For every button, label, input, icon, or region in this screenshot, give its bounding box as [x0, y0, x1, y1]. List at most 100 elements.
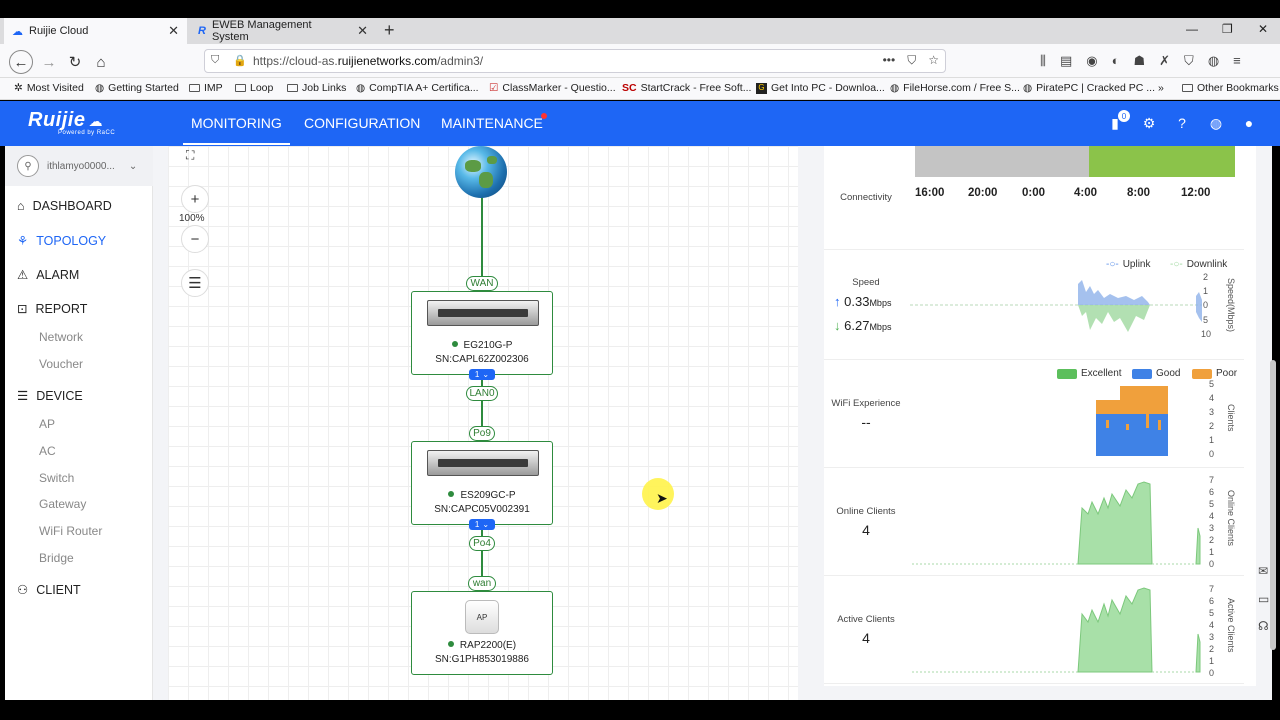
- layout-list-button[interactable]: ☰: [181, 269, 209, 297]
- back-icon[interactable]: ←: [9, 50, 33, 74]
- browser-tab-ruijie-cloud[interactable]: ☁ Ruijie Cloud ✕: [4, 18, 187, 44]
- bookmark-item[interactable]: SC StartCrack - Free Soft...: [622, 82, 751, 94]
- page-actions-icon[interactable]: •••: [883, 53, 896, 68]
- reload-icon[interactable]: ↻: [64, 51, 86, 73]
- port-label-po9: Po9: [469, 426, 495, 441]
- sidebar-sub-gateway[interactable]: Gateway: [39, 497, 86, 511]
- bookmark-item[interactable]: ☑ ClassMarker - Questio...: [489, 82, 616, 94]
- legend-excellent[interactable]: Excellent: [1057, 368, 1122, 379]
- star-icon[interactable]: ☆: [928, 53, 939, 68]
- bookmark-item[interactable]: ✲ Most Visited: [14, 82, 84, 94]
- bookmark-folder[interactable]: Other Bookmarks: [1182, 82, 1279, 94]
- online-clients-label: Online Clients: [836, 506, 896, 517]
- sidebar-sub-network[interactable]: Network: [39, 330, 83, 344]
- menu-icon[interactable]: ≡: [1233, 53, 1241, 69]
- chat-icon[interactable]: ▭: [1258, 592, 1269, 606]
- close-icon[interactable]: ✕: [168, 23, 179, 39]
- close-icon[interactable]: ✕: [357, 23, 368, 39]
- account-icon[interactable]: ◉: [1086, 53, 1097, 69]
- report-icon: ⊡: [17, 302, 28, 316]
- legend-poor[interactable]: Poor: [1192, 368, 1237, 379]
- bookmark-folder[interactable]: Job Links: [287, 82, 346, 94]
- sidebar-item-alarm[interactable]: ⚠ ALARM: [17, 267, 79, 283]
- time-tick: 0:00: [1022, 187, 1046, 199]
- zoom-in-button[interactable]: +: [181, 185, 209, 213]
- device-node-switch[interactable]: ES209GC-P SN:CAPC05V002391: [411, 441, 553, 525]
- device-serial: SN:CAPL62Z002306: [435, 354, 529, 365]
- globe-ext-icon[interactable]: ◍: [1208, 53, 1219, 69]
- legend-good[interactable]: Good: [1132, 368, 1180, 379]
- extension-icon[interactable]: ◐: [1112, 53, 1120, 69]
- time-tick: 8:00: [1127, 187, 1151, 199]
- help-icon[interactable]: ?: [1173, 114, 1191, 132]
- new-tab-icon[interactable]: +: [384, 20, 395, 41]
- home-icon[interactable]: ⌂: [90, 51, 112, 73]
- bookmark-item[interactable]: ◍ Getting Started: [95, 82, 179, 94]
- bookmark-item[interactable]: G Get Into PC - Downloa...: [756, 82, 885, 94]
- bookmark-item[interactable]: ◍ CompTIA A+ Certifica...: [356, 82, 479, 94]
- bookmark-item[interactable]: ◍ FileHorse.com / Free S...: [890, 82, 1020, 94]
- sidebar-sub-voucher[interactable]: Voucher: [39, 357, 83, 371]
- language-globe-icon[interactable]: ◍: [1207, 114, 1225, 132]
- sidebar-item-topology[interactable]: ⚘ TOPOLOGY: [17, 233, 106, 249]
- x-icon[interactable]: ✗: [1159, 53, 1170, 69]
- sidebar-sub-switch[interactable]: Switch: [39, 471, 74, 485]
- bookmark-folder[interactable]: Loop: [235, 82, 273, 94]
- active-tick: 5: [1208, 608, 1214, 618]
- ruijie-logo[interactable]: Ruijie ☁ Powered by RaCC: [28, 109, 115, 136]
- robot-icon[interactable]: ☗: [1133, 53, 1145, 69]
- gear-icon[interactable]: ⚙: [1140, 114, 1158, 132]
- device-node-gateway[interactable]: EG210G-P SN:CAPL62Z002306: [411, 291, 553, 375]
- clients-tick: 3: [1208, 407, 1214, 417]
- internet-globe-icon[interactable]: [455, 146, 507, 198]
- browser-tab-eweb[interactable]: R EWEB Management System ✕: [190, 18, 376, 44]
- nav-configuration[interactable]: CONFIGURATION: [304, 115, 420, 131]
- speed-axis-label: Speed(Mbps): [1226, 278, 1236, 333]
- sidebar-item-report[interactable]: ⊡ REPORT: [17, 301, 87, 317]
- sidebar-sub-ac[interactable]: AC: [39, 444, 56, 458]
- nav-maintenance[interactable]: MAINTENANCE: [441, 115, 543, 131]
- sidebar-sub-bridge[interactable]: Bridge: [39, 551, 74, 565]
- sidebar-item-device[interactable]: ☰ DEVICE: [17, 388, 83, 404]
- downlink-speed: ↓ 6.27Mbps: [834, 318, 892, 333]
- fullscreen-icon[interactable]: ⛶: [186, 148, 194, 163]
- port-count-dropdown[interactable]: 1 ⌄: [469, 369, 495, 380]
- clients-tick: 2: [1208, 421, 1214, 431]
- port-count-dropdown[interactable]: 1 ⌄: [469, 519, 495, 530]
- sidebar-item-client[interactable]: ⚇ CLIENT: [17, 582, 81, 598]
- nav-monitoring[interactable]: MONITORING: [183, 115, 290, 145]
- legend-uplink[interactable]: -○- Uplink: [1106, 259, 1151, 270]
- bookmark-folder[interactable]: IMP: [189, 82, 223, 94]
- sidebar-sub-wifi-router[interactable]: WiFi Router: [39, 524, 102, 538]
- online-clients-area: [1077, 481, 1153, 565]
- sidebar-sub-ap[interactable]: AP: [39, 417, 55, 431]
- bookmark-item[interactable]: ◍ PiratePC | Cracked PC ...: [1023, 82, 1155, 94]
- shield-ext-icon[interactable]: ⛉: [1184, 53, 1194, 69]
- more-bookmarks-icon[interactable]: »: [1158, 82, 1164, 94]
- speed-chart: [910, 280, 1202, 332]
- user-icon[interactable]: ●: [1240, 114, 1258, 132]
- zoom-out-button[interactable]: −: [181, 225, 209, 253]
- window-close-icon[interactable]: ✕: [1258, 22, 1268, 36]
- speed-tick: 10: [1200, 329, 1211, 339]
- headset-icon[interactable]: ☊: [1258, 619, 1269, 633]
- online-tick: 6: [1208, 487, 1214, 497]
- forward-icon[interactable]: →: [38, 51, 60, 73]
- mail-icon[interactable]: ✉: [1258, 564, 1268, 578]
- port-label-po4: Po4: [469, 536, 495, 551]
- device-node-ap[interactable]: AP RAP2200(E) SN:G1PH853019886: [411, 591, 553, 675]
- library-icon[interactable]: ⫼: [1040, 53, 1046, 69]
- pocket-icon[interactable]: ⛉: [907, 53, 916, 68]
- page-scrollbar[interactable]: [1270, 360, 1276, 650]
- access-point-icon: AP: [465, 600, 499, 634]
- port-label-wan: WAN: [466, 276, 498, 291]
- sidebar-toggle-icon[interactable]: ▤: [1060, 53, 1072, 69]
- zoom-level: 100%: [179, 213, 205, 224]
- user-selector[interactable]: ⚲ ithlamyo0000... ⌄: [5, 146, 153, 186]
- wifi-experience-value: --: [861, 414, 871, 430]
- legend-downlink[interactable]: -○- Downlink: [1170, 259, 1227, 270]
- minimize-icon[interactable]: —: [1186, 22, 1198, 36]
- sidebar-item-dashboard[interactable]: ⌂ DASHBOARD: [17, 199, 112, 213]
- restore-icon[interactable]: ❐: [1222, 22, 1233, 36]
- url-bar[interactable]: ⛉ 🔒 https://cloud-as. ruijienetworks.com /…: [204, 49, 946, 73]
